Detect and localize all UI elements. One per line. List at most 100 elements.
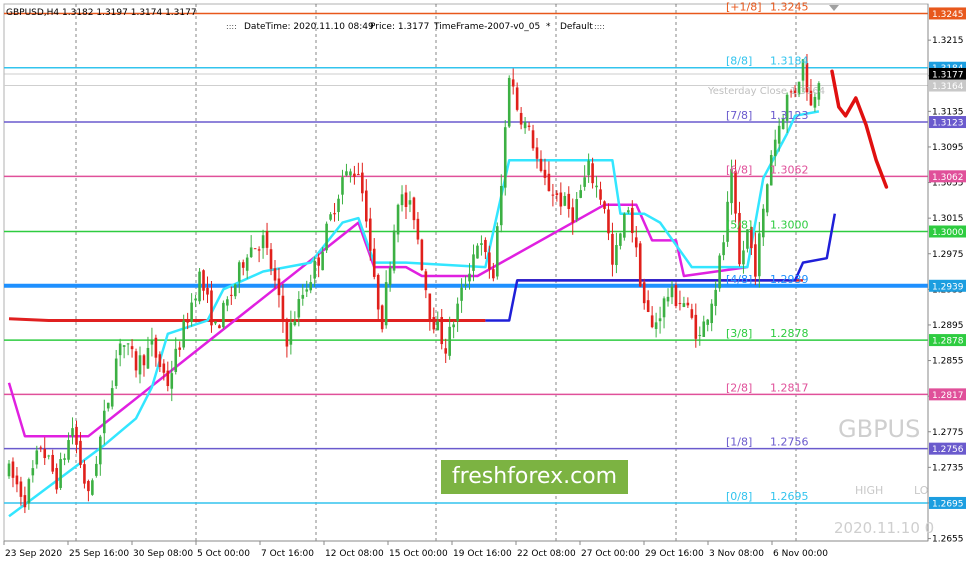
- x-tick-label: 6 Nov 00:00: [773, 549, 828, 559]
- candle: [765, 183, 769, 217]
- candle-body: [662, 298, 666, 318]
- candle-body: [313, 260, 316, 279]
- y-tick-label: 1.2655: [932, 535, 964, 545]
- candle-body: [281, 295, 285, 321]
- candle-body: [595, 185, 598, 188]
- candle-body: [71, 428, 74, 437]
- candle-body: [698, 334, 702, 336]
- candle-body: [543, 169, 547, 178]
- level-value: 1.2878: [770, 327, 809, 340]
- candle-body: [321, 252, 324, 271]
- candle-body: [575, 199, 579, 220]
- candle-body: [202, 270, 205, 291]
- candle-body: [110, 388, 114, 407]
- candle-body: [765, 184, 769, 213]
- candle-body: [337, 198, 340, 213]
- info-timeframe: TimeFrame-2007-v0_05: [433, 22, 540, 32]
- candle-body: [130, 346, 134, 350]
- level-value: 1.2939: [770, 273, 809, 286]
- candle-body: [210, 290, 213, 326]
- candle-body: [249, 247, 253, 258]
- candle-body: [118, 343, 122, 356]
- price-box-label: 1.2695: [932, 499, 964, 509]
- candle-body: [297, 299, 301, 318]
- y-tick-label: 1.2775: [932, 428, 964, 438]
- level-label: [1/8]: [726, 436, 752, 449]
- candle-body: [102, 410, 106, 434]
- x-tick-label: 29 Oct 16:00: [645, 549, 704, 559]
- candle-body: [499, 185, 503, 226]
- candle-body: [412, 197, 416, 221]
- candle-body: [754, 244, 757, 277]
- level-value: 1.2756: [770, 436, 809, 449]
- candle-body: [59, 459, 62, 488]
- level-value: 1.3245: [770, 0, 809, 13]
- candle-body: [460, 287, 463, 301]
- candle-body: [353, 173, 356, 177]
- candle-body: [277, 278, 281, 296]
- candle-body: [245, 257, 249, 271]
- candle-body: [154, 337, 158, 358]
- level-value: 1.3062: [770, 163, 809, 176]
- candle-body: [23, 495, 27, 508]
- candle-body: [408, 200, 412, 205]
- candle-body: [7, 463, 11, 477]
- candle-body: [428, 293, 432, 321]
- candle-body: [472, 254, 475, 271]
- x-tick-label: 23 Sep 2020: [5, 549, 62, 559]
- x-tick-label: 27 Oct 00:00: [581, 549, 640, 559]
- candle-body: [293, 321, 297, 326]
- freshforex-logo: freshforex.com: [441, 460, 628, 494]
- level-label: [0/8]: [726, 490, 752, 503]
- info-bar: :::: DateTime: 2020.11.10 08:49 Price: 1…: [226, 22, 605, 32]
- candle-body: [198, 271, 201, 302]
- candle-body: [63, 458, 66, 460]
- candle-body: [599, 189, 602, 200]
- candle-body: [515, 87, 519, 110]
- y-tick-label: 1.3095: [932, 143, 964, 153]
- candle-body: [19, 481, 23, 497]
- level-label: [3/8]: [726, 327, 752, 340]
- candle-body: [301, 294, 305, 299]
- candle-body: [416, 218, 420, 240]
- candle-body: [583, 177, 586, 187]
- candle-body: [178, 347, 182, 350]
- level-value: 1.3123: [770, 109, 809, 122]
- y-tick-label: 1.2975: [932, 250, 964, 260]
- candle-body: [674, 285, 678, 307]
- candle-body: [241, 262, 245, 268]
- candle-body: [384, 282, 388, 326]
- candle-body: [138, 355, 142, 375]
- candle-body: [440, 317, 444, 345]
- candle-body: [722, 242, 725, 256]
- candle-body: [396, 204, 400, 235]
- x-tick-label: 25 Sep 16:00: [69, 549, 129, 559]
- candle-body: [237, 262, 241, 282]
- svg-text:::::: ::::: [226, 22, 237, 31]
- candle-body: [642, 282, 646, 304]
- candle-body: [702, 321, 706, 337]
- x-tick-label: 19 Oct 16:00: [453, 549, 512, 559]
- candle: [380, 304, 384, 333]
- candle: [253, 248, 257, 250]
- candle-body: [511, 79, 515, 87]
- candle: [420, 238, 424, 272]
- candle-body: [686, 302, 690, 306]
- candle-body: [253, 248, 257, 250]
- candle-body: [444, 348, 447, 354]
- x-tick-label: 7 Oct 16:00: [261, 549, 314, 559]
- candle-body: [87, 481, 90, 492]
- candle-body: [372, 248, 376, 277]
- candle-body: [762, 208, 765, 238]
- candle-body: [309, 282, 313, 291]
- candle-body: [190, 302, 193, 323]
- price-box-label: 1.3000: [932, 228, 964, 238]
- candle-body: [746, 229, 749, 249]
- candle-body: [11, 461, 15, 478]
- symbol-header: GBPUSD,H4 1.3182 1.3197 1.3174 1.3177: [6, 8, 197, 18]
- candle-body: [51, 454, 54, 472]
- price-box-label: 1.3245: [932, 10, 964, 20]
- candle-body: [329, 214, 332, 220]
- candle-body: [813, 96, 817, 108]
- candle-body: [226, 299, 229, 306]
